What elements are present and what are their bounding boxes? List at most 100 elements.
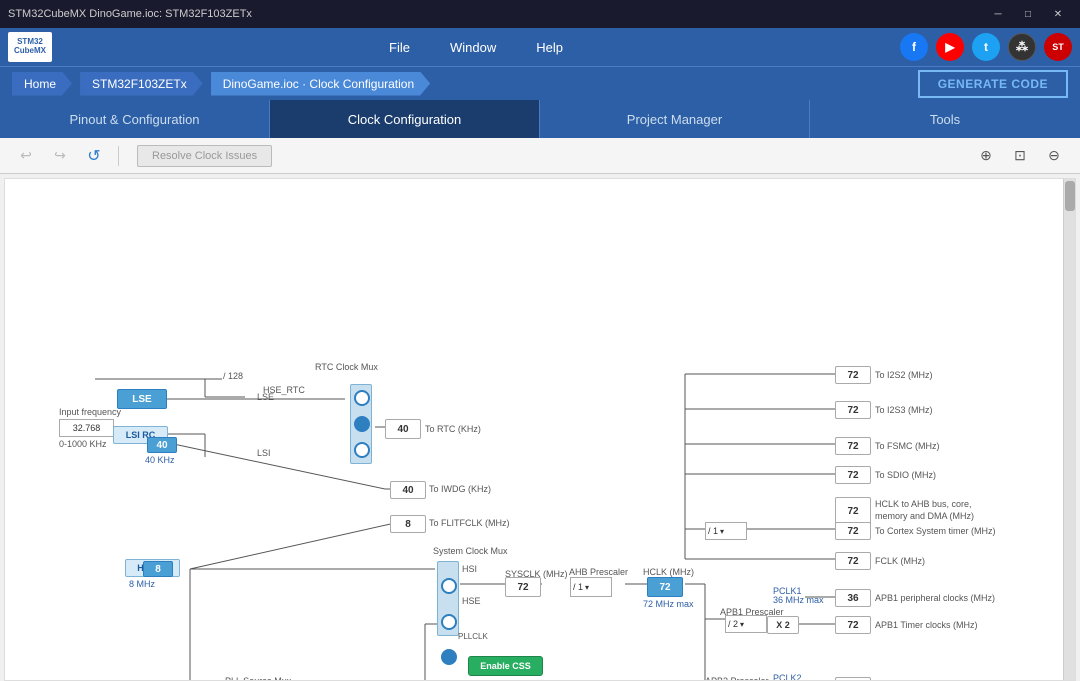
to-sdio-top-label: To SDIO (MHz): [875, 470, 936, 480]
rtc-clock-mux-label: RTC Clock Mux: [315, 362, 378, 372]
sys-clock-mux-label: System Clock Mux: [433, 546, 508, 556]
menu-help[interactable]: Help: [536, 40, 563, 55]
apb1-periph-val[interactable]: 36: [835, 589, 871, 607]
to-i2s2-val[interactable]: 72: [835, 366, 871, 384]
zoom-out-button[interactable]: ⊖: [1040, 142, 1068, 170]
tab-pinout[interactable]: Pinout & Configuration: [0, 100, 270, 138]
menu-file[interactable]: File: [389, 40, 410, 55]
sys-mux-hsi[interactable]: [441, 578, 457, 594]
to-rtc-label: To RTC (KHz): [425, 424, 481, 434]
hsi-val: 8: [143, 561, 173, 577]
youtube-icon[interactable]: ▶: [936, 33, 964, 61]
title-text: STM32CubeMX DinoGame.ioc: STM32F103ZETx: [8, 8, 252, 20]
hsi-8mhz-label: 8 MHz: [129, 579, 155, 589]
facebook-icon[interactable]: f: [900, 33, 928, 61]
rtc-mux-sel3[interactable]: [354, 442, 370, 458]
logo: STM32CubeMX: [8, 32, 52, 62]
to-i2s3-val[interactable]: 72: [835, 401, 871, 419]
title-section: STM32CubeMX DinoGame.ioc: STM32F103ZETx: [8, 8, 252, 20]
sys-mux-pll[interactable]: [441, 649, 457, 665]
div128-label: / 128: [223, 371, 243, 381]
tab-tools[interactable]: Tools: [810, 100, 1080, 138]
lse-line-label: LSE: [257, 392, 274, 402]
to-flit-label: To FLITFCLK (MHz): [429, 518, 510, 528]
scrollbar-right[interactable]: [1063, 179, 1075, 680]
toolbar-separator: [118, 146, 119, 166]
lsi-40khz-label: 40 KHz: [145, 455, 175, 465]
maximize-button[interactable]: □: [1014, 4, 1042, 24]
apb2-periph-val[interactable]: 72: [835, 677, 871, 680]
pclk1-max-label: 36 MHz max: [773, 595, 824, 605]
toolbar-right: ⊕ ⊡ ⊖: [972, 142, 1068, 170]
network-icon[interactable]: ⁂: [1008, 33, 1036, 61]
input-freq-value[interactable]: 32.768: [59, 419, 114, 437]
minimize-button[interactable]: ─: [984, 4, 1012, 24]
x2-box: X 2: [767, 616, 799, 634]
sys-mux-hse[interactable]: [441, 614, 457, 630]
lsi-line-label: LSI: [257, 448, 271, 458]
to-i2s2-label: To I2S2 (MHz): [875, 370, 933, 380]
undo-button[interactable]: ↩: [12, 142, 40, 170]
sys-mux-box: HSI HSE PLLCLK: [437, 561, 459, 636]
to-fsmc-val[interactable]: 72: [835, 437, 871, 455]
resolve-clock-button[interactable]: Resolve Clock Issues: [137, 145, 272, 167]
apb1-timer-val[interactable]: 72: [835, 616, 871, 634]
st-icon[interactable]: ST: [1044, 33, 1072, 61]
to-sdio-top-val[interactable]: 72: [835, 466, 871, 484]
menu-items: File Window Help: [92, 40, 860, 55]
cortex-label: To Cortex System timer (MHz): [875, 526, 996, 536]
scrollbar-thumb[interactable]: [1065, 181, 1075, 211]
window-controls: ─ □ ✕: [984, 4, 1072, 24]
main-content: Input frequency 32.768 0-1000 KHz LSE LS…: [4, 178, 1076, 681]
pllclk-sys-label: PLLCLK: [458, 632, 478, 641]
enable-css-button[interactable]: Enable CSS: [468, 656, 543, 676]
breadcrumb-home[interactable]: Home: [12, 72, 72, 96]
breadcrumb-file[interactable]: DinoGame.ioc · Clock Configuration: [211, 72, 430, 96]
close-button[interactable]: ✕: [1044, 4, 1072, 24]
cortex-val[interactable]: 72: [835, 522, 871, 540]
hclk-ahb-label: HCLK to AHB bus, core, memory and DMA (M…: [875, 499, 985, 522]
zoom-in-button[interactable]: ⊕: [972, 142, 1000, 170]
hclk-val[interactable]: 72: [647, 577, 683, 597]
breadcrumb-bar: Home STM32F103ZETx DinoGame.ioc · Clock …: [0, 66, 1080, 100]
refresh-button[interactable]: ↺: [80, 142, 108, 170]
to-iwdg-val[interactable]: 40: [390, 481, 426, 499]
twitter-icon[interactable]: t: [972, 33, 1000, 61]
generate-code-button[interactable]: GENERATE CODE: [918, 70, 1068, 98]
to-flit-val[interactable]: 8: [390, 515, 426, 533]
hclk-max-label: 72 MHz max: [643, 599, 694, 609]
social-icons: f ▶ t ⁂ ST: [900, 33, 1072, 61]
fit-view-button[interactable]: ⊡: [1006, 142, 1034, 170]
titlebar: STM32CubeMX DinoGame.ioc: STM32F103ZETx …: [0, 0, 1080, 28]
lsi-val-box: 40: [147, 437, 177, 453]
apb1-div-select[interactable]: / 2: [725, 615, 767, 633]
rtc-mux-sel1[interactable]: [354, 390, 370, 406]
cortex-div-select[interactable]: / 1: [705, 522, 747, 540]
input-freq-label: Input frequency: [59, 407, 121, 417]
hclk-ahb-val[interactable]: 72: [835, 497, 871, 525]
fclk-label: FCLK (MHz): [875, 556, 925, 566]
lse-box: LSE: [117, 389, 167, 409]
clock-diagram: Input frequency 32.768 0-1000 KHz LSE LS…: [5, 179, 1075, 680]
tabbar: Pinout & Configuration Clock Configurati…: [0, 100, 1080, 138]
apb1-periph-label: APB1 peripheral clocks (MHz): [875, 593, 995, 603]
menu-window[interactable]: Window: [450, 40, 496, 55]
hsi-sys-label: HSI: [462, 564, 482, 574]
ahb-prescaler-label: AHB Prescaler: [569, 567, 628, 577]
toolbar: ↩ ↪ ↺ Resolve Clock Issues ⊕ ⊡ ⊖: [0, 138, 1080, 174]
fclk-val[interactable]: 72: [835, 552, 871, 570]
menubar: STM32CubeMX File Window Help f ▶ t ⁂ ST: [0, 28, 1080, 66]
input-freq-unit: 0-1000 KHz: [59, 439, 107, 449]
ahb-div-select[interactable]: / 1: [570, 577, 612, 597]
breadcrumb-mcu[interactable]: STM32F103ZETx: [80, 72, 203, 96]
hclk-label: HCLK (MHz): [643, 567, 694, 577]
logo-text: STM32CubeMX: [14, 38, 46, 56]
logo-box: STM32CubeMX: [8, 32, 52, 62]
redo-button[interactable]: ↪: [46, 142, 74, 170]
sysclk-val[interactable]: 72: [505, 577, 541, 597]
rtc-mux-box: [350, 384, 372, 464]
to-rtc-val[interactable]: 40: [385, 419, 421, 439]
tab-clock[interactable]: Clock Configuration: [270, 100, 540, 138]
rtc-mux-sel2[interactable]: [354, 416, 370, 432]
tab-project[interactable]: Project Manager: [540, 100, 810, 138]
